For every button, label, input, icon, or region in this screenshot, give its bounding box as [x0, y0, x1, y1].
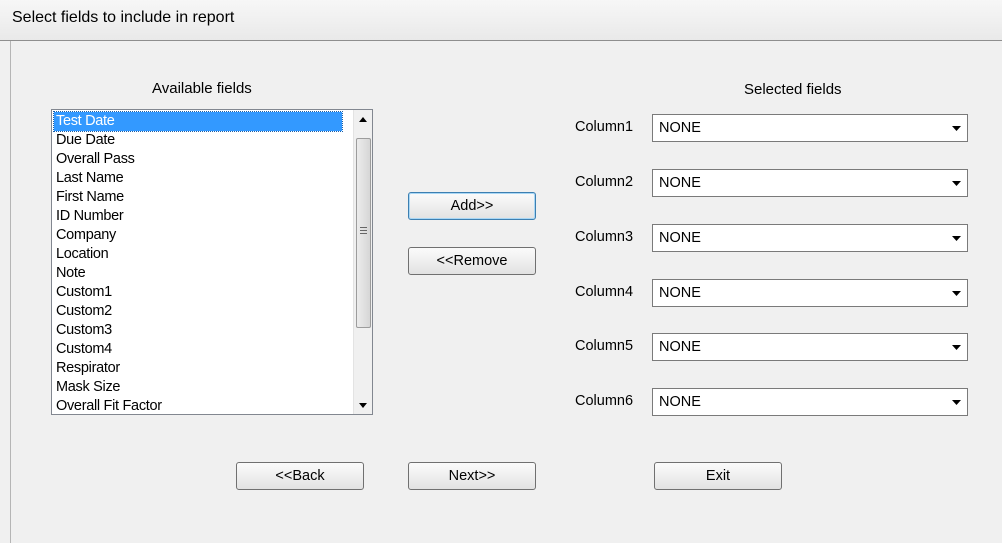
column5-value: NONE	[659, 339, 701, 355]
list-item[interactable]: Overall Fit Factor	[54, 397, 342, 416]
list-item[interactable]: Note	[54, 264, 342, 283]
list-item[interactable]: Test Date	[53, 111, 343, 132]
list-item[interactable]: First Name	[54, 188, 342, 207]
grip-icon	[360, 227, 367, 235]
list-item[interactable]: Custom4	[54, 340, 342, 359]
column1-label: Column1	[575, 119, 634, 135]
column6-select[interactable]: NONE	[652, 388, 968, 416]
column3-value: NONE	[659, 230, 701, 246]
column2-label: Column2	[575, 174, 634, 190]
column4-label: Column4	[575, 284, 634, 300]
list-scrollbar[interactable]	[353, 110, 372, 414]
chevron-down-icon[interactable]	[949, 340, 963, 354]
title-bar: Select fields to include in report	[0, 0, 1002, 41]
list-item[interactable]: ID Number	[54, 207, 342, 226]
list-item[interactable]: Mask Size	[54, 378, 342, 397]
list-item[interactable]: Location	[54, 245, 342, 264]
column5-label: Column5	[575, 338, 634, 354]
scrollbar-thumb[interactable]	[356, 138, 371, 328]
dialog-body: Available fields Test Date Due Date Overal…	[10, 41, 1002, 543]
column2-select[interactable]: NONE	[652, 169, 968, 197]
add-button[interactable]: Add>>	[408, 192, 536, 220]
list-item[interactable]: Overall Pass	[54, 150, 342, 169]
scroll-up-arrow-icon[interactable]	[354, 110, 372, 128]
list-item[interactable]: Last Name	[54, 169, 342, 188]
chevron-down-icon[interactable]	[949, 286, 963, 300]
exit-button[interactable]: Exit	[654, 462, 782, 490]
column6-label: Column6	[575, 393, 634, 409]
window-title: Select fields to include in report	[12, 9, 235, 26]
chevron-down-icon[interactable]	[949, 395, 963, 409]
column3-select[interactable]: NONE	[652, 224, 968, 252]
list-item[interactable]: Custom1	[54, 283, 342, 302]
column4-select[interactable]: NONE	[652, 279, 968, 307]
column5-select[interactable]: NONE	[652, 333, 968, 361]
available-fields-items: Test Date Due Date Overall Pass Last Name Fi…	[53, 111, 343, 416]
back-button[interactable]: <<Back	[236, 462, 364, 490]
remove-button[interactable]: <<Remove	[408, 247, 536, 275]
report-fields-dialog: Select fields to include in report Avail…	[0, 0, 1002, 543]
column6-value: NONE	[659, 394, 701, 410]
list-item[interactable]: Respirator	[54, 359, 342, 378]
available-fields-heading: Available fields	[152, 80, 252, 97]
list-item[interactable]: Company	[54, 226, 342, 245]
selected-fields-heading: Selected fields	[744, 81, 842, 98]
list-item[interactable]: Due Date	[54, 131, 342, 150]
column1-value: NONE	[659, 120, 701, 136]
column2-value: NONE	[659, 175, 701, 191]
column1-select[interactable]: NONE	[652, 114, 968, 142]
next-button[interactable]: Next>>	[408, 462, 536, 490]
chevron-down-icon[interactable]	[949, 121, 963, 135]
column4-value: NONE	[659, 285, 701, 301]
chevron-down-icon[interactable]	[949, 176, 963, 190]
list-item[interactable]: Custom2	[54, 302, 342, 321]
list-item[interactable]: Custom3	[54, 321, 342, 340]
scroll-down-arrow-icon[interactable]	[354, 396, 372, 414]
chevron-down-icon[interactable]	[949, 231, 963, 245]
column3-label: Column3	[575, 229, 634, 245]
available-fields-list[interactable]: Test Date Due Date Overall Pass Last Name Fi…	[51, 109, 373, 415]
